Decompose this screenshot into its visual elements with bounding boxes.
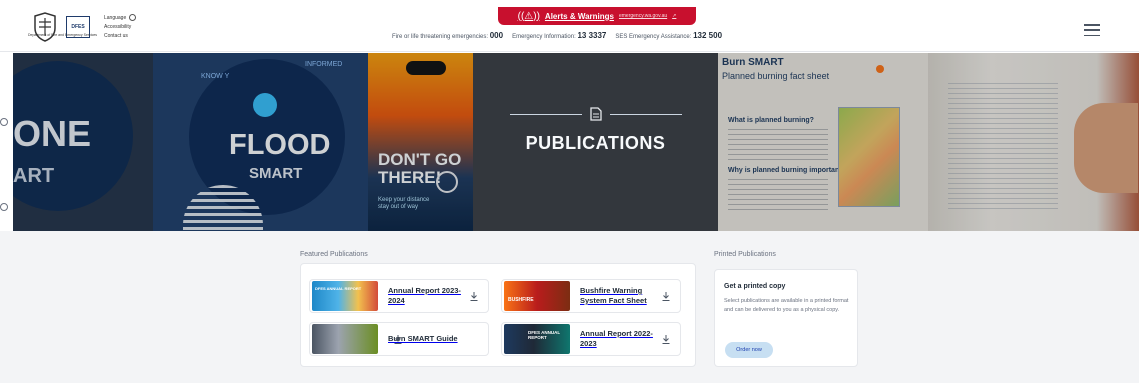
contact-emergency-label: Fire or life threatening emergencies: — [392, 34, 489, 40]
contact-emergency: Fire or life threatening emergencies: 00… — [392, 31, 503, 40]
accessibility-link[interactable]: Accessibility — [104, 24, 136, 30]
hero-banner: ONE ONE ART KNOW Y INFORMED FLOOD SMART … — [13, 53, 1139, 231]
contact-ses: SES Emergency Assistance: 132 500 — [615, 31, 722, 40]
globe-icon — [129, 14, 137, 21]
printed-label: Printed Publications — [714, 251, 776, 258]
hamburger-menu-icon[interactable] — [1084, 24, 1100, 36]
download-icon[interactable] — [394, 335, 402, 344]
contact-info-label: Emergency Information: — [512, 34, 576, 40]
contact-emergency-number[interactable]: 000 — [490, 31, 503, 40]
printed-description: Select publications are available in a p… — [724, 298, 849, 313]
emergency-contacts: Fire or life threatening emergencies: 00… — [392, 31, 722, 40]
annual-report-2022-23-thumbnail: DFES ANNUAL REPORT — [504, 324, 570, 354]
hero-heading-block: PUBLICATIONS — [473, 107, 718, 187]
external-link-icon: ↗ — [672, 13, 677, 19]
alert-url: emergency.wa.gov.au — [618, 13, 668, 19]
contact-ses-number[interactable]: 132 500 — [693, 31, 722, 40]
annual-report-2023-24-thumbnail: DFES ANNUAL REPORT — [312, 281, 378, 311]
contact-us-link[interactable]: Contact us — [104, 33, 136, 39]
scroll-dot-icon[interactable] — [0, 203, 8, 211]
featured-publications-panel: DFES ANNUAL REPORT Annual Report 2023-20… — [300, 263, 696, 367]
contact-ses-label: SES Emergency Assistance: — [615, 34, 692, 40]
scroll-dot-icon[interactable] — [0, 118, 8, 126]
bushfire-warning-thumbnail: BUSHFIRE — [504, 281, 570, 311]
printed-title: Get a printed copy — [724, 283, 786, 290]
dfes-abbr: DFES — [71, 24, 85, 30]
wa-crest-icon — [34, 12, 56, 42]
order-now-button[interactable]: Order now — [725, 342, 773, 358]
publications-content: Featured Publications DFES ANNUAL REPORT… — [0, 231, 1139, 383]
contact-info-number[interactable]: 13 3337 — [577, 31, 606, 40]
publication-title: Bushfire Warning System Fact Sheet — [580, 286, 647, 305]
site-header: DFES Department of Fire and Emergency Se… — [0, 0, 1139, 52]
page-title: PUBLICATIONS — [525, 133, 666, 153]
publication-card-bushfire-warning[interactable]: BUSHFIRE Bushfire Warning System Fact Sh… — [501, 279, 681, 313]
printed-publications-panel: Get a printed copy Select publications a… — [714, 269, 858, 367]
publication-card-burn-smart[interactable]: Burn SMART Guide — [309, 322, 489, 356]
publication-title: Annual Report 2023-2024 — [388, 286, 461, 305]
logo-link[interactable]: DFES — [32, 12, 90, 42]
burn-smart-thumbnail — [312, 324, 378, 354]
contact-info: Emergency Information: 13 3337 — [512, 31, 606, 40]
alert-bell-icon: ((⚠)) — [517, 10, 540, 22]
utility-links: Language Accessibility Contact us — [104, 14, 137, 39]
logo-caption: Department of Fire and Emergency Service… — [28, 33, 98, 37]
publication-card-annual-2023-24[interactable]: DFES ANNUAL REPORT Annual Report 2023-20… — [309, 279, 489, 313]
publication-title: Annual Report 2022-2023 — [580, 329, 653, 348]
publication-card-annual-2022-23[interactable]: DFES ANNUAL REPORT Annual Report 2022-20… — [501, 322, 681, 356]
alerts-warnings-button[interactable]: ((⚠)) Alerts & Warnings emergency.wa.gov… — [498, 7, 696, 25]
alert-title: Alerts & Warnings — [544, 11, 614, 21]
featured-label: Featured Publications — [300, 251, 368, 258]
download-icon[interactable] — [662, 335, 670, 344]
language-link[interactable]: Language — [104, 15, 126, 21]
download-icon[interactable] — [662, 292, 670, 301]
document-icon — [589, 107, 602, 121]
download-icon[interactable] — [470, 292, 478, 301]
